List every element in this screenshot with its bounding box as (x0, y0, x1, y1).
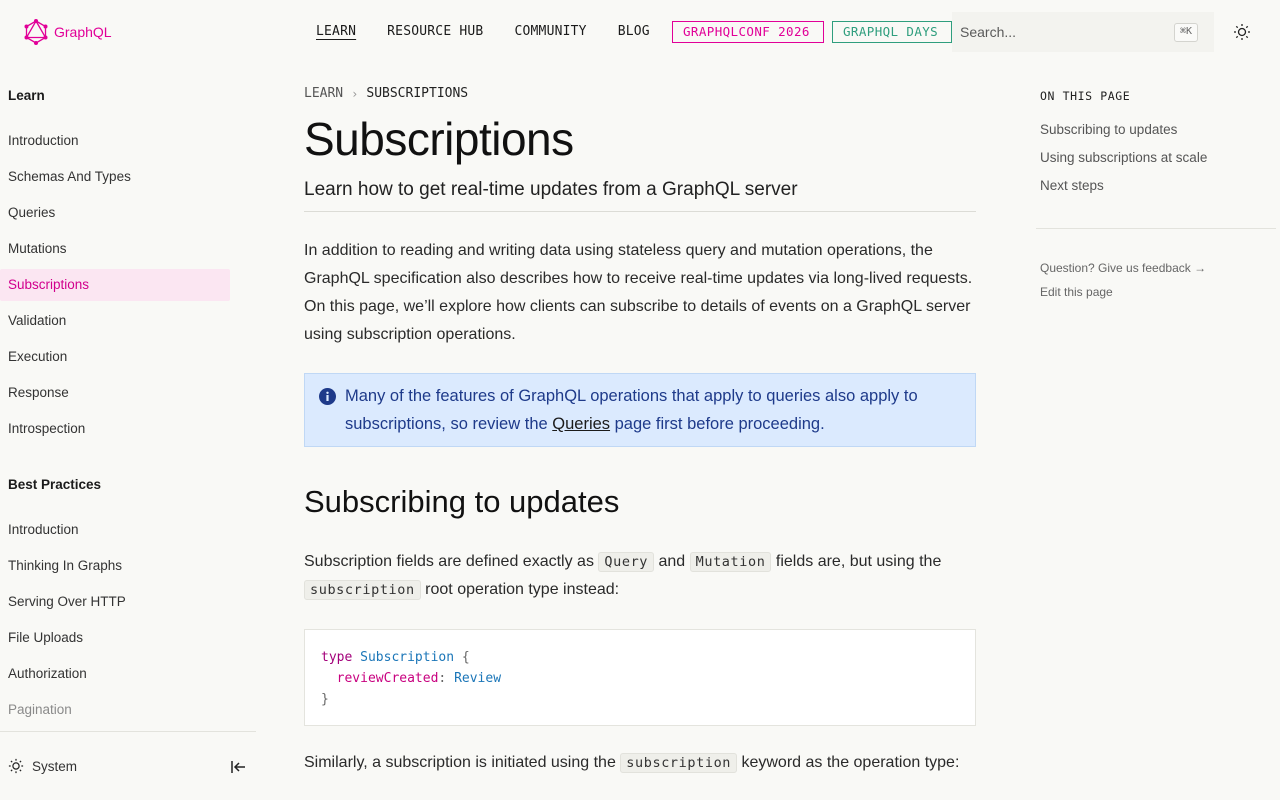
code-brace: } (321, 692, 329, 707)
chevron-right-icon: › (351, 86, 359, 101)
sidebar-item-introduction[interactable]: Introduction (0, 125, 230, 157)
code-line-1: type Subscription { (321, 647, 959, 668)
inline-code-subscription: subscription (304, 580, 421, 600)
info-callout: Many of the features of GraphQL operatio… (304, 373, 976, 447)
sidebar-item-queries[interactable]: Queries (0, 197, 230, 229)
code-field-type: Review (454, 671, 502, 686)
sidebar-item-serving-over-http[interactable]: Serving Over HTTP (0, 586, 230, 618)
sidebar-footer: System (0, 731, 256, 800)
toc-item-next-steps[interactable]: Next steps (1040, 178, 1104, 193)
search-input[interactable]: Search... ⌘K (952, 12, 1214, 52)
text-fragment: Subscription fields are defined exactly … (304, 553, 599, 570)
code-line-3: } (321, 689, 959, 710)
code-line-2: reviewCreated: Review (321, 668, 959, 689)
sidebar-item-schemas-and-types[interactable]: Schemas And Types (0, 161, 230, 193)
sidebar-item-pagination[interactable]: Pagination (0, 694, 230, 726)
text-fragment: root operation type instead: (420, 581, 620, 598)
inline-code-query: Query (598, 552, 655, 572)
sidebar-item-introspection[interactable]: Introspection (0, 413, 230, 445)
sidebar-item-file-uploads[interactable]: File Uploads (0, 622, 230, 654)
breadcrumb-subscriptions: SUBSCRIPTIONS (366, 86, 469, 101)
toc-divider (1036, 228, 1276, 229)
sidebar-heading-best-practices: Best Practices (8, 477, 102, 492)
queries-link[interactable]: Queries (552, 415, 610, 433)
subscription-keyword-paragraph: Similarly, a subscription is initiated u… (304, 749, 976, 777)
sidebar-item-thinking-in-graphs[interactable]: Thinking In Graphs (0, 550, 230, 582)
nav-learn[interactable]: LEARN (316, 24, 356, 39)
breadcrumb: LEARN › SUBSCRIPTIONS (304, 86, 468, 101)
toc-heading: ON THIS PAGE (1040, 89, 1131, 103)
sidebar-item-execution[interactable]: Execution (0, 341, 230, 373)
logo-text: GraphQL (54, 24, 112, 40)
theme-select[interactable]: System (8, 758, 77, 774)
sidebar-item-mutations[interactable]: Mutations (0, 233, 230, 265)
inline-code-subscription-keyword: subscription (620, 753, 738, 773)
toc-item-at-scale[interactable]: Using subscriptions at scale (1040, 150, 1207, 165)
code-brace: { (454, 650, 470, 665)
code-type-name: Subscription (360, 650, 455, 665)
nav-community[interactable]: COMMUNITY (514, 24, 586, 39)
graphqlconf-button[interactable]: GRAPHQLCONF 2026 (672, 21, 824, 43)
section-heading-subscribing: Subscribing to updates (304, 484, 620, 519)
sidebar-item-response[interactable]: Response (0, 377, 230, 409)
sidebar-item-subscriptions[interactable]: Subscriptions (0, 269, 230, 301)
text-fragment: fields are, but using the (771, 553, 942, 570)
feedback-link[interactable]: Question? Give us feedback → (1040, 261, 1206, 275)
page-title: Subscriptions (304, 113, 574, 165)
sidebar-item-validation[interactable]: Validation (0, 305, 230, 337)
sidebar-item-authorization[interactable]: Authorization (0, 658, 230, 690)
inline-code-mutation: Mutation (689, 552, 772, 572)
code-keyword: type (321, 650, 353, 665)
code-field-name: reviewCreated (336, 671, 439, 686)
callout-text-post: page first before proceeding. (610, 415, 825, 433)
code-block: type Subscription { reviewCreated: Revie… (304, 629, 976, 726)
main-nav: LEARN RESOURCE HUB COMMUNITY BLOG (316, 24, 681, 39)
subscription-fields-paragraph: Subscription fields are defined exactly … (304, 548, 976, 604)
graphql-days-button[interactable]: GRAPHQL DAYS (832, 21, 952, 43)
nav-blog[interactable]: BLOG (618, 24, 650, 39)
code-colon: : (438, 671, 455, 686)
sun-icon (8, 758, 24, 774)
sidebar-item-bp-introduction[interactable]: Introduction (0, 514, 230, 546)
graphql-logo[interactable]: GraphQL (24, 19, 112, 45)
collapse-left-icon (231, 761, 245, 773)
search-shortcut: ⌘K (1173, 23, 1198, 42)
info-icon (319, 388, 336, 405)
nav-resource-hub[interactable]: RESOURCE HUB (387, 24, 483, 39)
text-fragment: keyword as the operation type: (737, 754, 960, 771)
top-header: GraphQL LEARN RESOURCE HUB COMMUNITY BLO… (0, 0, 1280, 64)
text-fragment: and (654, 553, 690, 570)
sidebar-heading-learn: Learn (8, 88, 45, 103)
toc-item-subscribing[interactable]: Subscribing to updates (1040, 122, 1177, 137)
theme-label: System (32, 758, 78, 774)
page-subtitle: Learn how to get real-time updates from … (304, 179, 976, 212)
sun-icon (1234, 24, 1250, 40)
collapse-sidebar-button[interactable] (229, 758, 247, 776)
graphql-logo-icon (24, 19, 48, 45)
breadcrumb-learn[interactable]: LEARN (304, 86, 343, 101)
edit-page-link[interactable]: Edit this page (1040, 285, 1113, 299)
theme-toggle-button[interactable] (1230, 20, 1254, 44)
search-placeholder: Search... (960, 24, 1017, 40)
text-fragment: Similarly, a subscription is initiated u… (304, 754, 621, 771)
sidebar: Learn Introduction Schemas And Types Que… (0, 64, 256, 800)
intro-paragraph: In addition to reading and writing data … (304, 242, 973, 343)
